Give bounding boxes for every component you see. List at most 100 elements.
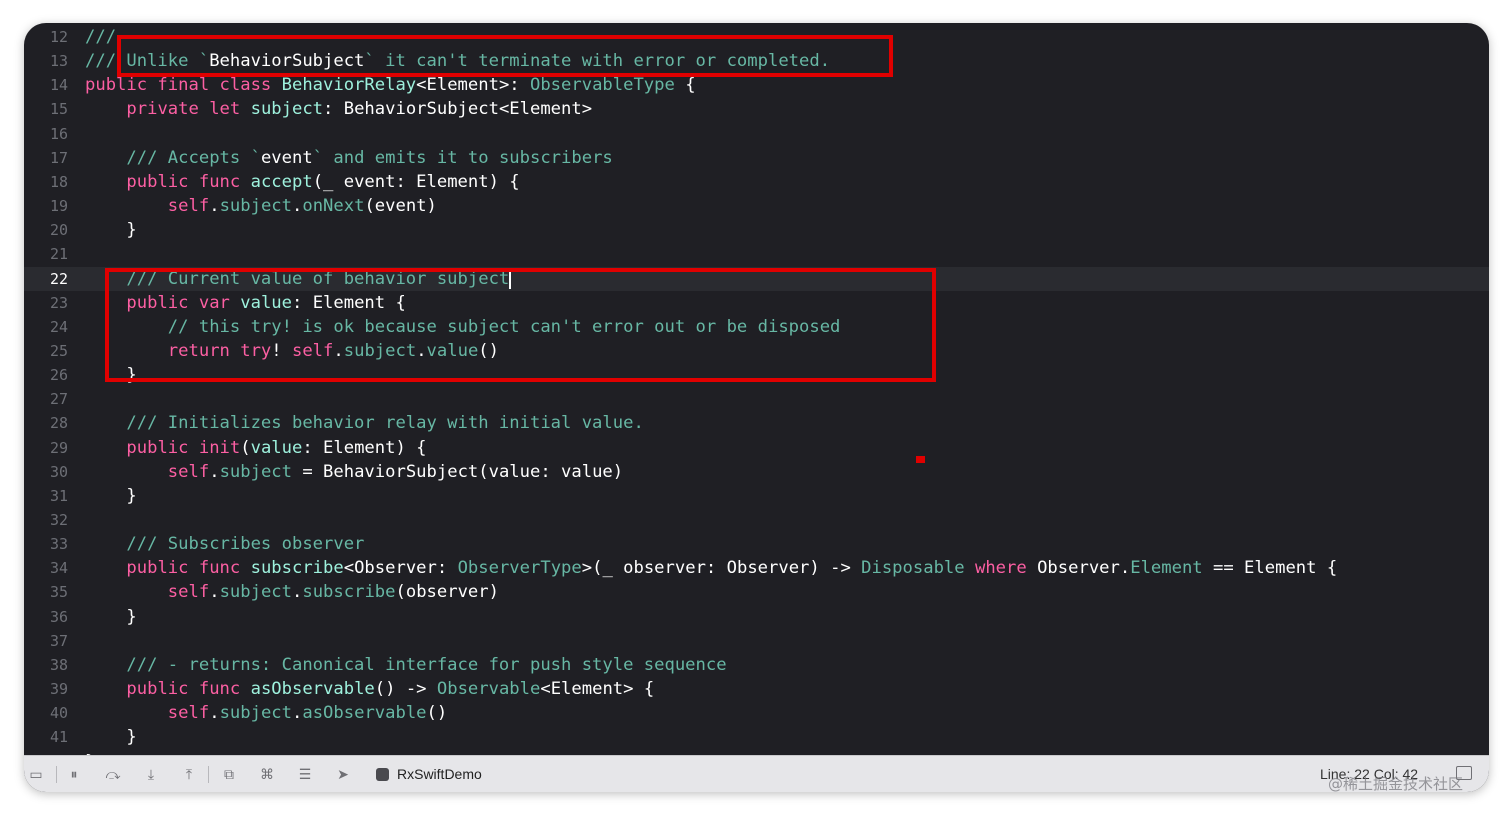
line-number: 25	[49, 341, 68, 360]
code-text[interactable]: }	[85, 484, 136, 508]
xcode-window: 12 /// 13 /// Unlike `BehaviorSubject` it c…	[24, 23, 1489, 792]
code-line[interactable]: 26 }	[24, 363, 1489, 387]
code-line[interactable]: 13 /// Unlike `BehaviorSubject` it can't …	[24, 49, 1489, 73]
code-line[interactable]: 20 }	[24, 218, 1489, 242]
debug-bar: ▭ ⏸ ⤼ ⤓ ⤒ ⧉ ⌘ ☰ ➤ RxSwiftDemo Line: 22 C…	[24, 755, 1489, 792]
code-text[interactable]: /// - returns: Canonical interface for p…	[85, 653, 726, 677]
line-number: 30	[49, 462, 68, 481]
code-text[interactable]: /// Unlike `BehaviorSubject` it can't te…	[85, 49, 830, 73]
line-number: 37	[49, 631, 68, 650]
code-line[interactable]: 39 public func asObservable() -> Observa…	[24, 677, 1489, 701]
line-number: 33	[49, 535, 68, 554]
code-text[interactable]: public func subscribe<Observer: Observer…	[85, 556, 1337, 580]
line-number: 22	[49, 269, 68, 288]
code-line[interactable]: 25 return try! self.subject.value()	[24, 339, 1489, 363]
code-text[interactable]: public func asObservable() -> Observable…	[85, 677, 654, 701]
code-line[interactable]: 32	[24, 508, 1489, 532]
line-number: 40	[49, 704, 68, 723]
line-number: 32	[49, 511, 68, 529]
code-line[interactable]: 30 self.subject = BehaviorSubject(value:…	[24, 460, 1489, 484]
view-hierarchy-icon[interactable]: ⧉	[219, 765, 239, 783]
code-text[interactable]: public func accept(_ event: Element) {	[85, 170, 519, 194]
code-line[interactable]: 40 self.subject.asObservable()	[24, 701, 1489, 725]
divider	[56, 766, 57, 783]
code-line[interactable]: 27	[24, 387, 1489, 411]
code-line[interactable]: 36 }	[24, 605, 1489, 629]
code-text[interactable]: public var value: Element {	[85, 291, 405, 315]
code-line[interactable]: 31 }	[24, 484, 1489, 508]
code-text[interactable]: }	[85, 363, 136, 387]
step-out-icon[interactable]: ⤒	[179, 765, 199, 783]
code-text[interactable]: self.subject = BehaviorSubject(value: va…	[85, 460, 623, 484]
environment-overrides-icon[interactable]: ☰	[295, 765, 315, 783]
code-text[interactable]: /// Subscribes observer	[85, 532, 364, 556]
code-text[interactable]: public init(value: Element) {	[85, 436, 426, 460]
code-text[interactable]: self.subject.asObservable()	[85, 701, 447, 725]
code-line[interactable]: 28 /// Initializes behavior relay with i…	[24, 411, 1489, 435]
line-number: 35	[49, 583, 68, 602]
step-over-icon[interactable]: ⤼	[103, 765, 123, 783]
line-number: 15	[49, 100, 68, 119]
code-line[interactable]: 18 public func accept(_ event: Element) …	[24, 170, 1489, 194]
line-number: 27	[49, 390, 68, 409]
code-line[interactable]: 37	[24, 629, 1489, 653]
scheme-selector[interactable]: RxSwiftDemo	[376, 765, 482, 783]
line-number: 34	[49, 559, 68, 578]
watermark: @稀土掘金技术社区	[1328, 775, 1464, 793]
code-line[interactable]: 16	[24, 122, 1489, 146]
code-text[interactable]: public final class BehaviorRelay<Element…	[85, 73, 696, 97]
memory-graph-icon[interactable]: ⌘	[257, 765, 277, 783]
line-number: 14	[49, 76, 68, 95]
line-number: 31	[49, 486, 68, 505]
line-number: 23	[49, 293, 68, 312]
line-number: 19	[49, 197, 68, 216]
code-line[interactable]: 12 ///	[24, 25, 1489, 49]
code-line[interactable]: 23 public var value: Element {	[24, 291, 1489, 315]
code-line[interactable]: 41 }	[24, 725, 1489, 749]
scheme-name: RxSwiftDemo	[397, 766, 482, 782]
line-number: 28	[49, 414, 68, 433]
code-text[interactable]: /// Initializes behavior relay with init…	[85, 411, 643, 435]
divider	[208, 766, 209, 783]
annotation-mark	[916, 456, 925, 463]
code-line[interactable]: 38 /// - returns: Canonical interface fo…	[24, 653, 1489, 677]
code-line[interactable]: 21	[24, 242, 1489, 266]
line-number: 16	[49, 124, 68, 143]
code-line[interactable]: 15 private let subject: BehaviorSubject<…	[24, 97, 1489, 121]
code-line[interactable]: 14 public final class BehaviorRelay<Eleme…	[24, 73, 1489, 97]
code-text[interactable]: }	[85, 605, 136, 629]
code-text[interactable]: private let subject: BehaviorSubject<Ele…	[85, 97, 592, 121]
source-editor[interactable]: 12 /// 13 /// Unlike `BehaviorSubject` it c…	[24, 23, 1489, 755]
code-line[interactable]: 22 /// Current value of behavior subject	[24, 266, 1489, 291]
line-number: 20	[49, 221, 68, 240]
code-line[interactable]: 19 self.subject.onNext(event)	[24, 194, 1489, 218]
code-text[interactable]: }	[85, 218, 136, 242]
code-line[interactable]: 33 /// Subscribes observer	[24, 532, 1489, 556]
code-text[interactable]: /// Current value of behavior subject	[85, 267, 512, 291]
line-number: 29	[49, 438, 68, 457]
line-number: 17	[49, 148, 68, 167]
step-in-icon[interactable]: ⤓	[141, 765, 161, 783]
code-line[interactable]: 29 public init(value: Element) {	[24, 436, 1489, 460]
code-line[interactable]: 34 public func subscribe<Observer: Obser…	[24, 556, 1489, 580]
line-number: 21	[49, 245, 68, 264]
code-line[interactable]: 17 /// Accepts `event` and emits it to s…	[24, 146, 1489, 170]
code-text[interactable]: /// Accepts `event` and emits it to subs…	[85, 146, 612, 170]
line-number: 12	[49, 28, 68, 46]
line-number: 41	[49, 728, 68, 747]
code-text[interactable]: self.subject.onNext(event)	[85, 194, 437, 218]
code-line[interactable]: 35 self.subject.subscribe(observer)	[24, 580, 1489, 604]
code-text[interactable]: ///	[85, 25, 116, 49]
code-text[interactable]: // this try! is ok because subject can't…	[85, 315, 841, 339]
code-text[interactable]: return try! self.subject.value()	[85, 339, 499, 363]
hide-debug-area-icon[interactable]: ▭	[26, 765, 46, 783]
line-number: 38	[49, 655, 68, 674]
line-number: 26	[49, 366, 68, 385]
code-text[interactable]: }	[85, 725, 136, 749]
app-icon	[376, 768, 389, 781]
simulate-location-icon[interactable]: ➤	[333, 765, 353, 783]
line-number: 13	[49, 52, 68, 71]
pause-icon[interactable]: ⏸	[64, 765, 84, 783]
code-text[interactable]: self.subject.subscribe(observer)	[85, 580, 499, 604]
code-line[interactable]: 24 // this try! is ok because subject ca…	[24, 315, 1489, 339]
